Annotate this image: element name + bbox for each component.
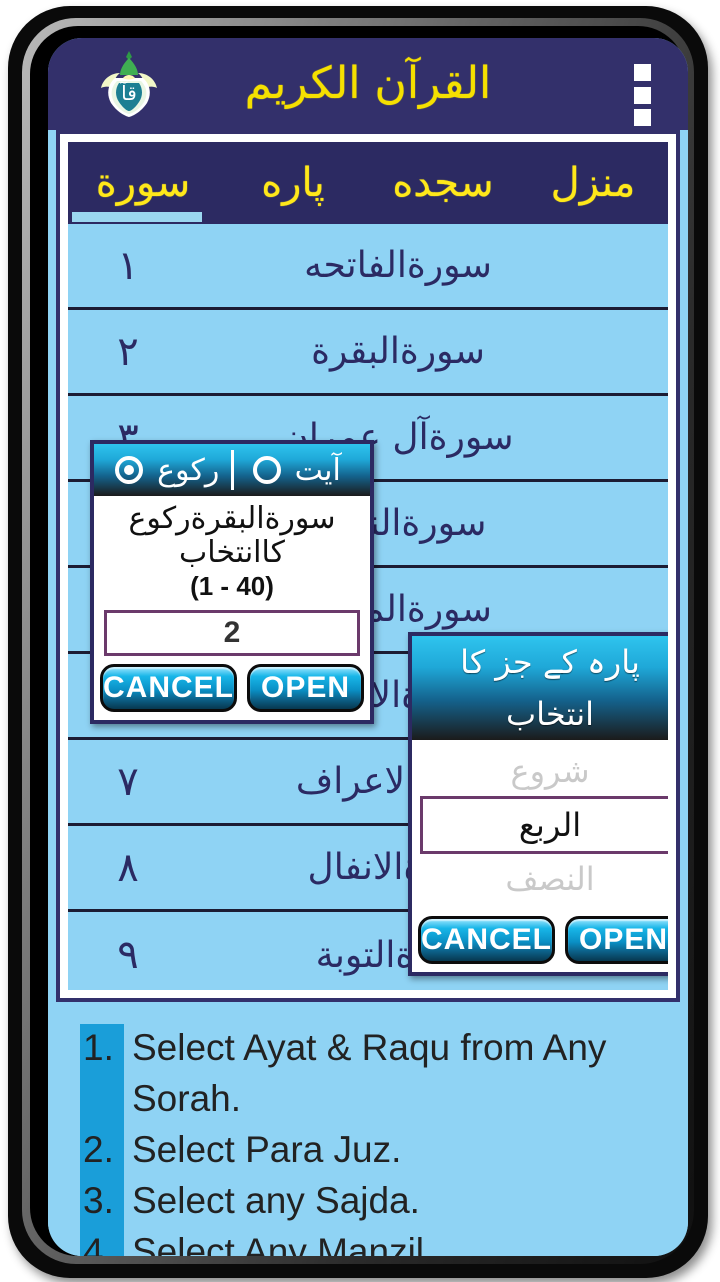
list-item: 2. Select Para Juz. bbox=[48, 1124, 688, 1175]
radio-group-ayat-raku: آیت رکوع bbox=[94, 444, 370, 496]
tab-bar: منزل سجده پاره سورة bbox=[68, 142, 668, 224]
juz-picker[interactable]: شروع الربع النصف bbox=[412, 740, 668, 908]
radio-option-raku[interactable]: رکوع bbox=[104, 453, 231, 488]
picker-item-above[interactable]: شروع bbox=[412, 746, 668, 796]
overflow-dot bbox=[634, 86, 651, 104]
surah-list-card: منزل سجده پاره سورة ١ سورةالفاتحه ٢ سورة… bbox=[56, 130, 680, 1002]
row-number: ٨ bbox=[117, 844, 139, 891]
open-button[interactable]: OPEN bbox=[565, 916, 668, 964]
list-item: 4. Select Any Manzil. bbox=[48, 1226, 688, 1256]
instructions-panel: 1. Select Ayat & Raqu from Any Sorah. 2.… bbox=[48, 1010, 688, 1256]
instruction-text: Select Any Manzil. bbox=[132, 1231, 435, 1256]
dialog-ayat-raku: آیت رکوع سورةالبقرةرکوع کاانتخاب (1 - 40… bbox=[90, 440, 374, 725]
row-number: ٢ bbox=[117, 328, 139, 375]
row-surah-name: سورةالفاتحه bbox=[304, 245, 492, 286]
dialog-range-hint: (1 - 40) bbox=[190, 571, 274, 602]
cancel-button[interactable]: CANCEL bbox=[100, 664, 237, 713]
dialog-body: پارہ کے جز کا انتخاب شروع الربع النصف CA… bbox=[412, 636, 668, 972]
row-number: ٧ bbox=[117, 758, 139, 805]
row-number: ١ bbox=[117, 242, 139, 289]
active-tab-indicator bbox=[72, 212, 202, 222]
list-item: 3. Select any Sajda. bbox=[48, 1175, 688, 1226]
instruction-text: Select any Sajda. bbox=[132, 1180, 420, 1221]
tab-surah[interactable]: سورة bbox=[68, 144, 218, 222]
tab-manzil[interactable]: منزل bbox=[518, 144, 668, 222]
instruction-text: Select Ayat & Raqu from Any Sorah. bbox=[132, 1027, 607, 1119]
dialog-button-row: CANCEL OPEN bbox=[412, 908, 668, 972]
dialog-titlebar: پارہ کے جز کا انتخاب bbox=[412, 636, 668, 740]
cancel-button[interactable]: CANCEL bbox=[418, 916, 555, 964]
row-number: ٩ bbox=[117, 932, 139, 978]
instruction-text: Select Para Juz. bbox=[132, 1129, 402, 1170]
device-frame: قآ القرآن الكريم منزل سجده پاره سورة ١ س… bbox=[8, 6, 708, 1278]
overflow-dot bbox=[634, 64, 651, 81]
raku-number-input[interactable]: 2 bbox=[104, 610, 360, 657]
instruction-number: 3. bbox=[83, 1180, 114, 1221]
picker-item-below[interactable]: النصف bbox=[412, 854, 668, 904]
phone-screen: قآ القرآن الكريم منزل سجده پاره سورة ١ س… bbox=[48, 38, 688, 1256]
tab-sajda[interactable]: سجده bbox=[368, 144, 518, 222]
dialog-message: سورةالبقرةرکوع کاانتخاب bbox=[128, 501, 336, 570]
app-bar: قآ القرآن الكريم bbox=[48, 38, 688, 130]
picker-item-selected[interactable]: الربع bbox=[420, 796, 668, 854]
overflow-menu-icon[interactable] bbox=[634, 64, 656, 126]
surah-list-card-inner: منزل سجده پاره سورة ١ سورةالفاتحه ٢ سورة… bbox=[60, 134, 676, 998]
dialog-body: آیت رکوع سورةالبقرةرکوع کاانتخاب (1 - 40… bbox=[94, 444, 370, 721]
instruction-number: 1. bbox=[83, 1027, 114, 1068]
dialog-titlebar: آیت رکوع bbox=[94, 444, 370, 496]
radio-option-ayat[interactable]: آیت bbox=[234, 453, 361, 488]
list-item: 1. Select Ayat & Raqu from Any Sorah. bbox=[48, 1022, 688, 1124]
dialog-title: پارہ کے جز کا انتخاب bbox=[460, 643, 640, 733]
instruction-number: 4. bbox=[83, 1231, 114, 1256]
tab-para[interactable]: پاره bbox=[218, 144, 368, 222]
dialog-para-juz: پارہ کے جز کا انتخاب شروع الربع النصف CA… bbox=[408, 632, 668, 976]
open-button[interactable]: OPEN bbox=[247, 664, 364, 713]
table-row[interactable]: ٢ سورةالبقرة bbox=[68, 310, 668, 396]
dialog-button-row: CANCEL OPEN bbox=[94, 656, 370, 720]
radio-label-raku: رکوع bbox=[157, 452, 220, 488]
row-surah-name: سورةالبقرة bbox=[311, 331, 485, 372]
radio-circle-icon bbox=[252, 456, 281, 484]
table-row[interactable]: ١ سورةالفاتحه bbox=[68, 224, 668, 310]
instruction-number: 2. bbox=[83, 1129, 114, 1170]
radio-label-ayat: آیت bbox=[294, 452, 341, 488]
page-title: القرآن الكريم bbox=[244, 58, 493, 109]
radio-circle-selected-icon bbox=[115, 456, 144, 484]
overflow-dot bbox=[634, 109, 651, 126]
